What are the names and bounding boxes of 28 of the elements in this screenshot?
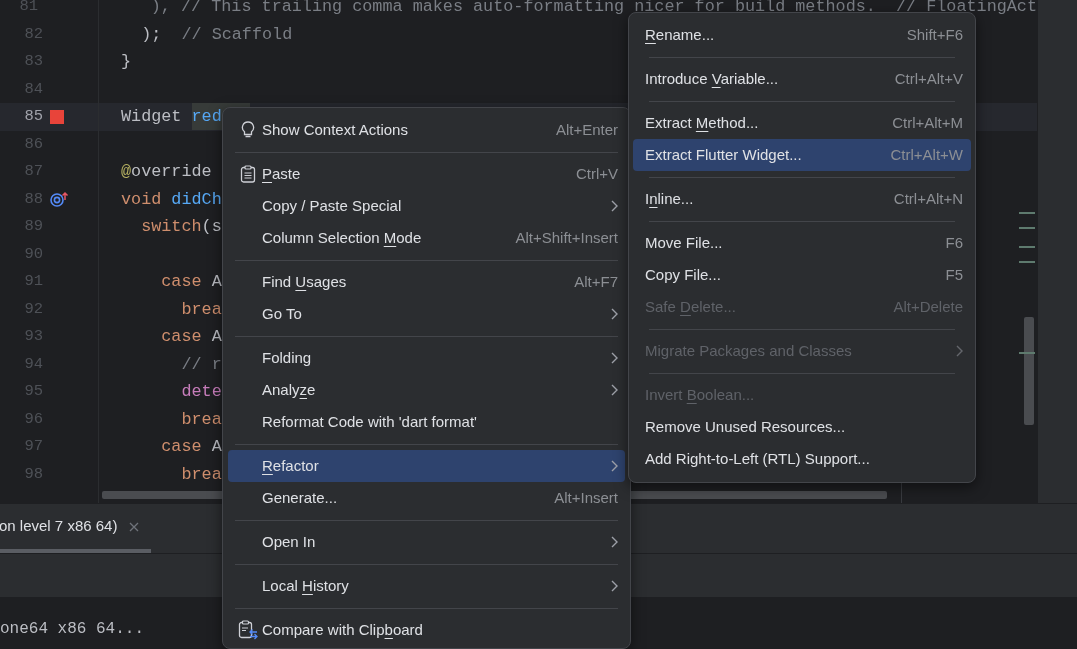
- shortcut-text: F5: [945, 264, 963, 285]
- code-line: case A: [160, 271, 222, 293]
- code-line: }: [120, 51, 132, 73]
- code-line: dete: [180, 381, 222, 403]
- shortcut-text: Ctrl+Alt+M: [892, 112, 963, 133]
- shortcut-text: Ctrl+Alt+V: [894, 68, 963, 89]
- code-line: ); // Scaffold: [140, 23, 293, 46]
- shortcut-text: Alt+Delete: [893, 296, 963, 317]
- line-number: 85: [23, 106, 43, 128]
- code-line: brea: [180, 298, 222, 321]
- code-line: case A: [160, 436, 222, 458]
- code-line: brea: [180, 463, 222, 486]
- shortcut-text: Alt+F7: [574, 271, 618, 292]
- code-line: // r: [180, 353, 222, 376]
- console-line: one64 x86 64...: [0, 619, 145, 639]
- shortcut-text: Ctrl+Alt+N: [893, 188, 963, 209]
- code-line: @override: [120, 161, 212, 183]
- shortcut-text: Ctrl+V: [575, 163, 618, 184]
- code-line: void didCh: [120, 188, 222, 211]
- shortcut-text: Alt+Shift+Insert: [515, 227, 618, 248]
- shortcut-text: Shift+F6: [906, 24, 963, 45]
- shortcut-text: Alt+Enter: [555, 119, 618, 140]
- shortcut-text: Alt+Insert: [554, 487, 618, 508]
- shortcut-text: Ctrl+Alt+W: [890, 144, 963, 165]
- code-line: switch(s: [140, 216, 222, 238]
- shortcut-text: F6: [945, 232, 963, 253]
- code-line: brea: [180, 408, 222, 431]
- code-line: case A: [160, 326, 222, 348]
